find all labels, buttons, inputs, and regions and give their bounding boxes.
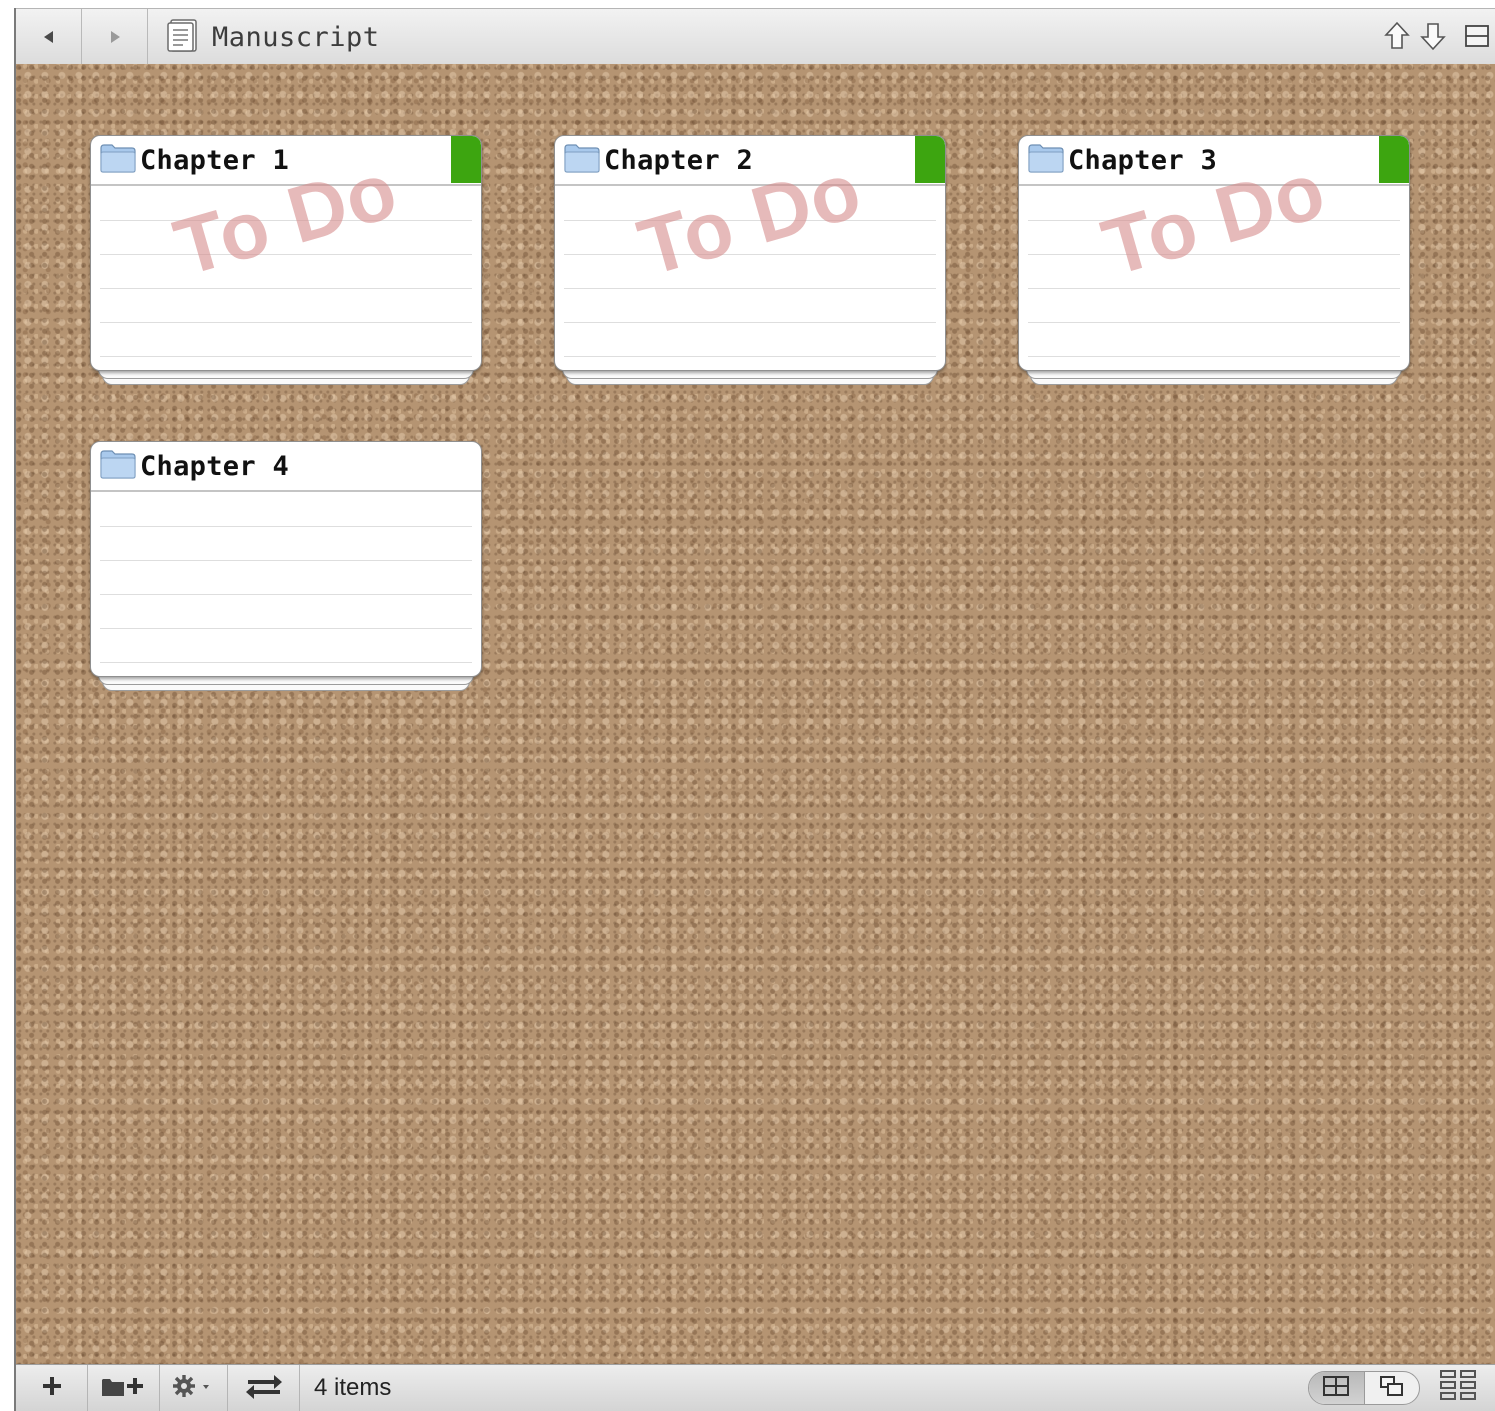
index-card[interactable]: Chapter 3 To Do bbox=[1018, 135, 1410, 385]
index-card[interactable]: Chapter 1 To Do bbox=[90, 135, 482, 385]
corkboard-window: Manuscript Chapter 1 To Do Chapter 2 To … bbox=[14, 8, 1495, 1411]
ruled-line bbox=[100, 628, 472, 629]
view-mode-switch bbox=[1308, 1371, 1420, 1405]
card-title: Chapter 2 bbox=[604, 144, 753, 176]
header-bar: Manuscript bbox=[16, 8, 1495, 66]
freeform-view-icon bbox=[1378, 1374, 1406, 1403]
forward-button[interactable] bbox=[82, 9, 148, 65]
back-arrow-icon bbox=[41, 29, 57, 45]
folder-icon bbox=[1028, 143, 1064, 178]
down-arrow-icon bbox=[1420, 21, 1446, 56]
index-card[interactable]: Chapter 2 To Do bbox=[554, 135, 946, 385]
card-titlebar: Chapter 4 bbox=[91, 442, 481, 492]
ruled-line bbox=[564, 322, 936, 323]
folder-icon bbox=[100, 143, 136, 178]
ruled-line bbox=[100, 662, 472, 663]
ruled-line bbox=[100, 356, 472, 357]
card-face: Chapter 2 To Do bbox=[554, 135, 946, 371]
ruled-line bbox=[100, 322, 472, 323]
forward-arrow-icon bbox=[107, 29, 123, 45]
card-face: Chapter 3 To Do bbox=[1018, 135, 1410, 371]
split-view-icon bbox=[1464, 24, 1490, 53]
page-title: Manuscript bbox=[212, 21, 380, 53]
corkboard-view-icon bbox=[1322, 1375, 1350, 1402]
ruled-line bbox=[1028, 356, 1400, 357]
folder-icon bbox=[564, 143, 600, 178]
label-color-tab bbox=[915, 136, 945, 183]
swap-arrows-icon bbox=[244, 1371, 284, 1406]
plus-icon bbox=[41, 1375, 63, 1402]
ruled-line bbox=[1028, 288, 1400, 289]
ruled-line bbox=[100, 288, 472, 289]
freeform-view-button[interactable] bbox=[1365, 1372, 1420, 1404]
corkboard-view-button[interactable] bbox=[1309, 1372, 1365, 1404]
grid-options-button[interactable] bbox=[1438, 1369, 1478, 1407]
card-title: Chapter 1 bbox=[140, 144, 289, 176]
status-text: 4 items bbox=[314, 1374, 392, 1401]
folder-icon bbox=[100, 449, 136, 484]
add-folder-icon bbox=[100, 1374, 148, 1403]
footer-bar: 4 items bbox=[16, 1364, 1495, 1411]
back-button[interactable] bbox=[16, 9, 82, 65]
up-arrow-icon bbox=[1384, 21, 1410, 56]
label-color-tab bbox=[1379, 136, 1409, 183]
ruled-line bbox=[100, 560, 472, 561]
index-card[interactable]: Chapter 4 bbox=[90, 441, 482, 691]
ruled-line bbox=[564, 288, 936, 289]
card-face: Chapter 4 bbox=[90, 441, 482, 677]
move-down-button[interactable] bbox=[1416, 21, 1450, 55]
card-title: Chapter 4 bbox=[140, 450, 289, 482]
grid-icon bbox=[1439, 1369, 1477, 1408]
move-up-button[interactable] bbox=[1380, 21, 1414, 55]
label-color-tab bbox=[451, 136, 481, 183]
ruled-line bbox=[1028, 322, 1400, 323]
split-view-button[interactable] bbox=[1460, 21, 1494, 55]
ruled-line bbox=[564, 356, 936, 357]
document-icon bbox=[166, 17, 200, 58]
corkboard[interactable]: Chapter 1 To Do Chapter 2 To Do Chapter … bbox=[16, 64, 1495, 1365]
settings-button[interactable] bbox=[160, 1365, 228, 1411]
gear-icon bbox=[172, 1374, 216, 1403]
card-face: Chapter 1 To Do bbox=[90, 135, 482, 371]
ruled-line bbox=[100, 594, 472, 595]
ruled-line bbox=[100, 526, 472, 527]
add-folder-button[interactable] bbox=[88, 1365, 160, 1411]
document-title-area[interactable]: Manuscript bbox=[164, 9, 380, 65]
card-title: Chapter 3 bbox=[1068, 144, 1217, 176]
swap-button[interactable] bbox=[228, 1365, 300, 1411]
add-document-button[interactable] bbox=[16, 1365, 88, 1411]
